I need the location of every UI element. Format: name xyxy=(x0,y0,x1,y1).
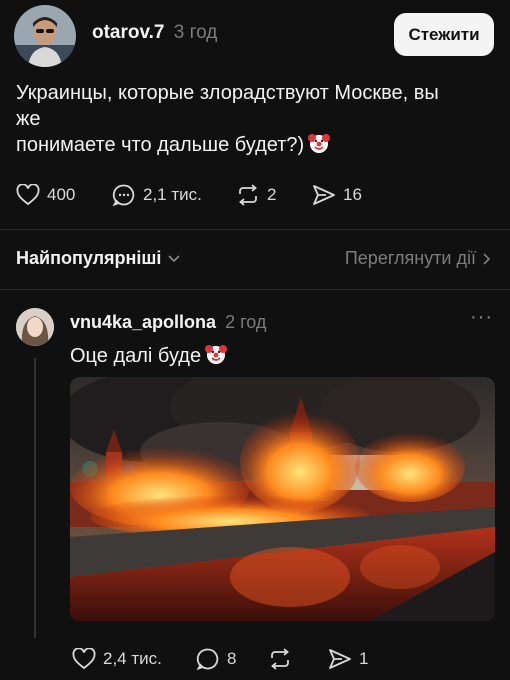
comment-button[interactable]: 8 xyxy=(196,647,268,671)
chevron-down-icon xyxy=(168,254,180,262)
sort-label: Найпопулярніші xyxy=(16,248,162,268)
post-author[interactable]: otarov.7 3 год xyxy=(92,22,217,44)
more-options-button[interactable]: ··· xyxy=(470,306,493,329)
reply-author[interactable]: vnu4ka_apollona 2 год xyxy=(70,312,266,333)
chevron-right-icon xyxy=(483,252,491,265)
post-time: 3 год xyxy=(173,22,218,43)
share-button[interactable]: 16 xyxy=(312,184,362,206)
post-text-line3: понимаете что дальше будет?) xyxy=(16,134,305,156)
comment-count: 2,1 тис. xyxy=(143,185,202,204)
post-username[interactable]: otarov.7 xyxy=(92,22,165,43)
repost-icon xyxy=(271,648,289,670)
post-text-line: понимаете что дальше будет?) xyxy=(16,132,476,158)
like-count: 2,4 тис. xyxy=(103,649,162,668)
repost-icon xyxy=(239,184,257,206)
post-text-line: же xyxy=(16,108,41,130)
like-button[interactable]: 2,4 тис. xyxy=(72,648,196,670)
repost-button[interactable] xyxy=(268,648,328,670)
divider xyxy=(0,289,510,290)
activity-label: Переглянути дії xyxy=(344,248,476,268)
send-icon xyxy=(329,649,351,669)
reply-text-content: Оце далі буде xyxy=(70,345,202,367)
like-count: 400 xyxy=(47,185,76,204)
clown-face-icon xyxy=(205,343,228,365)
post-text: Украинцы, которые злорадствуют Москве, в… xyxy=(16,80,476,158)
repost-count: 2 xyxy=(267,185,277,204)
view-activity-link[interactable]: Переглянути дії xyxy=(345,248,492,269)
divider xyxy=(0,229,510,230)
sort-dropdown[interactable]: Найпопулярніші xyxy=(16,248,181,269)
comment-count: 8 xyxy=(227,649,237,668)
heart-icon xyxy=(16,184,40,206)
repost-button[interactable]: 2 xyxy=(236,184,312,206)
reply-actions: 2,4 тис. 8 1 xyxy=(72,647,368,671)
reply-avatar[interactable] xyxy=(16,308,54,346)
clown-face-icon xyxy=(308,132,331,154)
reply-time: 2 год xyxy=(225,312,267,332)
reply-image[interactable] xyxy=(70,377,495,621)
share-button[interactable]: 1 xyxy=(328,648,368,670)
post-actions: 400 2,1 тис. 2 16 xyxy=(16,183,362,207)
reply-text: Оце далі буде xyxy=(70,343,228,368)
share-count: 1 xyxy=(359,649,369,668)
post-text-line: Украинцы, которые злорадствуют Москве, в… xyxy=(16,82,439,104)
follow-button[interactable]: Стежити xyxy=(394,13,494,56)
send-icon xyxy=(313,185,335,205)
like-button[interactable]: 400 xyxy=(16,184,112,206)
comment-button[interactable]: 2,1 тис. xyxy=(112,183,236,207)
share-count: 16 xyxy=(343,185,362,204)
heart-icon xyxy=(72,648,96,670)
burning-kremlin-image xyxy=(70,377,495,621)
comment-icon xyxy=(196,648,219,671)
reply-username[interactable]: vnu4ka_apollona xyxy=(70,312,216,332)
comment-icon xyxy=(112,184,135,207)
thread-line xyxy=(34,358,36,638)
avatar[interactable] xyxy=(14,5,76,67)
